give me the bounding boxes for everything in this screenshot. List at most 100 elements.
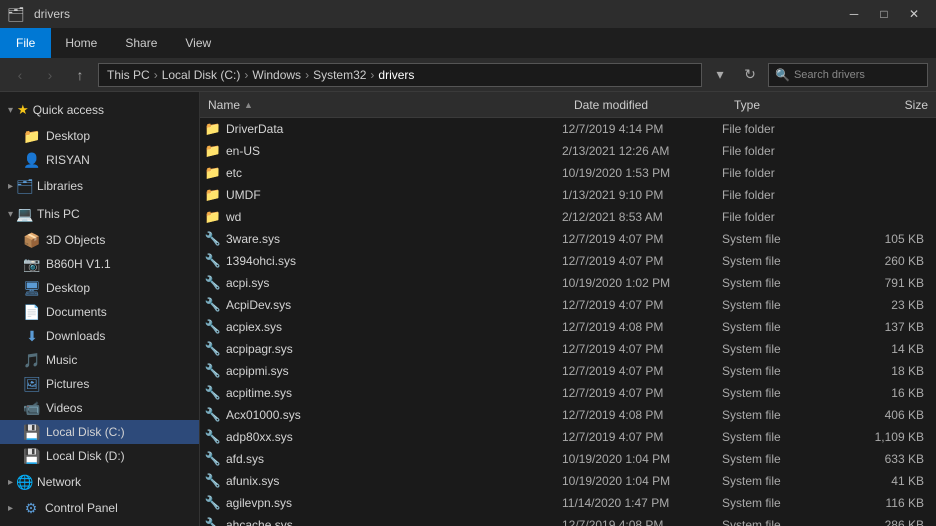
sidebar-item-locald[interactable]: 💾 Local Disk (D:) <box>0 444 199 468</box>
sidebar-item-downloads[interactable]: ⬇ Downloads <box>0 324 199 348</box>
table-row[interactable]: 🔧acpitime.sys12/7/2019 4:07 PMSystem fil… <box>200 382 936 404</box>
back-button[interactable]: ‹ <box>8 63 32 87</box>
sidebar-item-videos[interactable]: 📹 Videos <box>0 396 199 420</box>
sidebar-item-b860h[interactable]: 📷 B860H V1.1 <box>0 252 199 276</box>
sidebar-section-network[interactable]: ▸ 🌐 Network <box>0 468 199 496</box>
sidebar-item-risyan[interactable]: 👤 RISYAN <box>0 148 199 172</box>
file-name: agilevpn.sys <box>226 496 562 510</box>
sidebar-item-network-label: Network <box>37 475 81 489</box>
file-type: File folder <box>722 210 842 224</box>
title-bar-title: drivers <box>34 7 70 21</box>
col-header-name[interactable]: Name ▲ <box>200 92 566 117</box>
file-type: System file <box>722 276 842 290</box>
locald-icon: 💾 <box>24 448 40 464</box>
sidebar: ▾ ★ Quick access 📁 Desktop 👤 RISYAN ▸ 🗂 … <box>0 92 200 526</box>
sidebar-item-documents[interactable]: 📄 Documents <box>0 300 199 324</box>
file-date: 10/19/2020 1:04 PM <box>562 474 722 488</box>
menu-home[interactable]: Home <box>51 28 111 58</box>
file-size: 105 KB <box>842 232 932 246</box>
up-button[interactable]: ↑ <box>68 63 92 87</box>
forward-button[interactable]: › <box>38 63 62 87</box>
system-file-icon: 🔧 <box>204 494 222 512</box>
col-header-date[interactable]: Date modified <box>566 92 726 117</box>
table-row[interactable]: 🔧afd.sys10/19/2020 1:04 PMSystem file633… <box>200 448 936 470</box>
breadcrumb-item-localc[interactable]: Local Disk (C:) <box>162 68 241 82</box>
folder-icon: 📁 <box>204 142 222 160</box>
sidebar-item-desktop2[interactable]: 🖥 Desktop <box>0 276 199 300</box>
sidebar-item-pictures[interactable]: 🖼 Pictures <box>0 372 199 396</box>
control-panel-chevron: ▸ <box>8 503 13 514</box>
file-size: 116 KB <box>842 496 932 510</box>
sidebar-item-control-panel[interactable]: ▸ ⚙ Control Panel <box>0 496 199 520</box>
refresh-button[interactable]: ↻ <box>738 63 762 87</box>
table-row[interactable]: 🔧ahcache.sys12/7/2019 4:08 PMSystem file… <box>200 514 936 526</box>
file-size: 137 KB <box>842 320 932 334</box>
sidebar-item-music[interactable]: 🎵 Music <box>0 348 199 372</box>
sidebar-section-libraries[interactable]: ▸ 🗂 Libraries <box>0 172 199 200</box>
menu-file[interactable]: File <box>0 28 51 58</box>
system-file-icon: 🔧 <box>204 428 222 446</box>
folder-icon: 📁 <box>204 164 222 182</box>
file-type: System file <box>722 430 842 444</box>
breadcrumb-item-system32[interactable]: System32 <box>313 68 366 82</box>
file-date: 12/7/2019 4:08 PM <box>562 518 722 526</box>
sidebar-section-thispc[interactable]: ▾ 💻 This PC <box>0 200 199 228</box>
col-header-type[interactable]: Type <box>726 92 846 117</box>
file-name: etc <box>226 166 562 180</box>
network-icon: 🌐 <box>17 474 33 490</box>
file-list: 📁DriverData12/7/2019 4:14 PMFile folder📁… <box>200 118 936 526</box>
table-row[interactable]: 🔧adp80xx.sys12/7/2019 4:07 PMSystem file… <box>200 426 936 448</box>
table-row[interactable]: 🔧1394ohci.sys12/7/2019 4:07 PMSystem fil… <box>200 250 936 272</box>
system-file-icon: 🔧 <box>204 340 222 358</box>
table-row[interactable]: 📁UMDF1/13/2021 9:10 PMFile folder <box>200 184 936 206</box>
sidebar-item-3dobjects[interactable]: 📦 3D Objects <box>0 228 199 252</box>
table-row[interactable]: 🔧Acx01000.sys12/7/2019 4:08 PMSystem fil… <box>200 404 936 426</box>
file-date: 12/7/2019 4:08 PM <box>562 320 722 334</box>
file-name: ahcache.sys <box>226 518 562 526</box>
file-size: 406 KB <box>842 408 932 422</box>
file-date: 2/13/2021 12:26 AM <box>562 144 722 158</box>
table-row[interactable]: 🔧acpipagr.sys12/7/2019 4:07 PMSystem fil… <box>200 338 936 360</box>
file-name: Acx01000.sys <box>226 408 562 422</box>
file-date: 2/12/2021 8:53 AM <box>562 210 722 224</box>
file-name: adp80xx.sys <box>226 430 562 444</box>
sidebar-item-libraries-label: Libraries <box>37 179 83 193</box>
table-row[interactable]: 🔧AcpiDev.sys12/7/2019 4:07 PMSystem file… <box>200 294 936 316</box>
breadcrumb-bar[interactable]: This PC › Local Disk (C:) › Windows › Sy… <box>98 63 702 87</box>
table-row[interactable]: 🔧afunix.sys10/19/2020 1:04 PMSystem file… <box>200 470 936 492</box>
table-row[interactable]: 🔧agilevpn.sys11/14/2020 1:47 PMSystem fi… <box>200 492 936 514</box>
file-date: 1/13/2021 9:10 PM <box>562 188 722 202</box>
file-type: System file <box>722 452 842 466</box>
menu-view[interactable]: View <box>171 28 225 58</box>
file-type: System file <box>722 320 842 334</box>
table-row[interactable]: 📁en-US2/13/2021 12:26 AMFile folder <box>200 140 936 162</box>
col-header-size[interactable]: Size <box>846 92 936 117</box>
table-row[interactable]: 📁DriverData12/7/2019 4:14 PMFile folder <box>200 118 936 140</box>
sidebar-item-desktop1[interactable]: 📁 Desktop <box>0 124 199 148</box>
maximize-button[interactable]: □ <box>870 0 898 28</box>
table-row[interactable]: 🔧acpipmi.sys12/7/2019 4:07 PMSystem file… <box>200 360 936 382</box>
quick-access-star-icon: ★ <box>17 102 29 118</box>
desktop-folder-icon: 📁 <box>24 128 40 144</box>
breadcrumb-item-drivers[interactable]: drivers <box>378 68 414 82</box>
table-row[interactable]: 🔧3ware.sys12/7/2019 4:07 PMSystem file10… <box>200 228 936 250</box>
table-row[interactable]: 🔧acpi.sys10/19/2020 1:02 PMSystem file79… <box>200 272 936 294</box>
main-layout: ▾ ★ Quick access 📁 Desktop 👤 RISYAN ▸ 🗂 … <box>0 92 936 526</box>
sidebar-item-localc[interactable]: 💾 Local Disk (C:) <box>0 420 199 444</box>
quick-access-chevron: ▾ <box>8 105 13 116</box>
breadcrumb-item-thispc[interactable]: This PC <box>107 68 150 82</box>
menu-share[interactable]: Share <box>111 28 171 58</box>
breadcrumb-item-windows[interactable]: Windows <box>252 68 301 82</box>
localc-icon: 💾 <box>24 424 40 440</box>
table-row[interactable]: 📁etc10/19/2020 1:53 PMFile folder <box>200 162 936 184</box>
thispc-icon: 💻 <box>17 206 33 222</box>
sidebar-section-quick-access[interactable]: ▾ ★ Quick access <box>0 96 199 124</box>
minimize-button[interactable]: ─ <box>840 0 868 28</box>
file-date: 12/7/2019 4:08 PM <box>562 408 722 422</box>
search-bar[interactable]: 🔍 Search drivers <box>768 63 928 87</box>
table-row[interactable]: 🔧acpiex.sys12/7/2019 4:08 PMSystem file1… <box>200 316 936 338</box>
title-bar-icons: 🗂 <box>8 6 24 22</box>
table-row[interactable]: 📁wd2/12/2021 8:53 AMFile folder <box>200 206 936 228</box>
breadcrumb-dropdown-button[interactable]: ▾ <box>708 63 732 87</box>
close-button[interactable]: ✕ <box>900 0 928 28</box>
